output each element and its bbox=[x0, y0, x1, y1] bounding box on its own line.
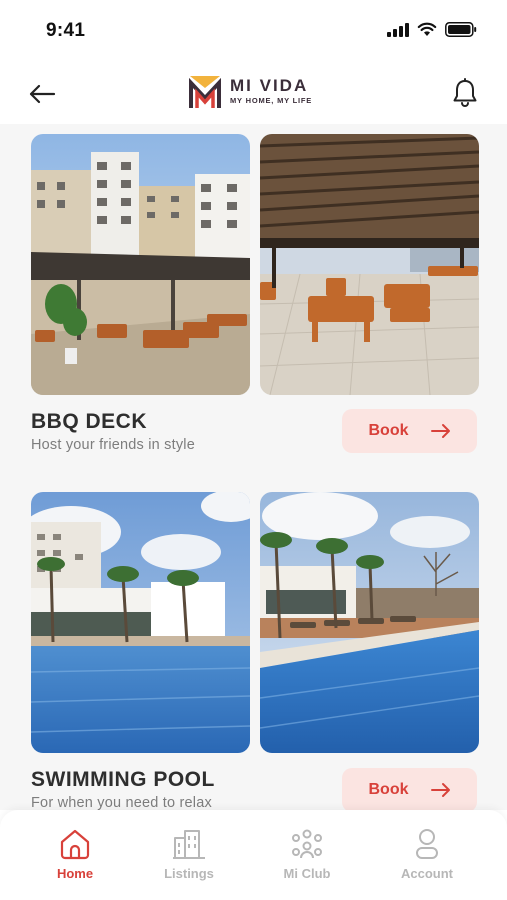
mi-vida-logo: MI VIDA MY HOME, MY LIFE bbox=[188, 74, 312, 110]
app-header: MI VIDA MY HOME, MY LIFE bbox=[0, 66, 507, 124]
back-button[interactable] bbox=[26, 78, 58, 110]
book-button-bbq-deck[interactable]: Book bbox=[342, 409, 477, 453]
book-button-label: Book bbox=[368, 422, 409, 439]
amenity-card-swimming-pool: SWIMMING POOL For when you need to relax… bbox=[0, 482, 507, 810]
bell-icon bbox=[453, 78, 477, 107]
bottom-tab-bar: Home Listings Mi Club Account bbox=[0, 810, 507, 900]
pool-photo-left bbox=[31, 492, 250, 753]
logo-mark-icon bbox=[189, 76, 221, 108]
tab-account[interactable]: Account bbox=[382, 828, 472, 881]
cellular-signal-icon bbox=[387, 22, 409, 37]
tab-label: Account bbox=[401, 866, 453, 881]
book-button-label: Book bbox=[368, 781, 409, 798]
tab-label: Mi Club bbox=[283, 866, 331, 881]
pool-photo-right bbox=[260, 492, 479, 753]
buildings-icon bbox=[173, 830, 205, 859]
amenities-list[interactable]: BBQ DECK Host your friends in style Book bbox=[0, 124, 507, 810]
tab-home[interactable]: Home bbox=[30, 828, 120, 881]
notifications-button[interactable] bbox=[448, 76, 482, 110]
amenity-title: SWIMMING POOL bbox=[31, 768, 215, 791]
arrow-left-icon bbox=[29, 84, 56, 104]
tab-label: Home bbox=[56, 866, 94, 881]
logo-name: MI VIDA bbox=[230, 76, 309, 95]
status-icons bbox=[387, 22, 477, 37]
battery-icon bbox=[445, 22, 477, 37]
status-time: 9:41 bbox=[46, 20, 86, 41]
status-bar: 9:41 bbox=[0, 0, 507, 66]
tab-mi-club[interactable]: Mi Club bbox=[262, 828, 352, 881]
arrow-right-icon bbox=[430, 424, 450, 438]
logo-tagline: MY HOME, MY LIFE bbox=[230, 96, 313, 105]
book-button-swimming-pool[interactable]: Book bbox=[342, 768, 477, 810]
amenity-title: BBQ DECK bbox=[31, 410, 148, 433]
user-icon bbox=[416, 829, 438, 859]
tab-label: Listings bbox=[164, 866, 214, 881]
amenity-subtitle: Host your friends in style bbox=[31, 437, 195, 453]
bbq-deck-photo-building bbox=[31, 134, 250, 395]
amenity-subtitle: For when you need to relax bbox=[31, 795, 212, 810]
home-icon bbox=[60, 829, 90, 860]
community-icon bbox=[292, 829, 322, 859]
arrow-right-icon bbox=[430, 783, 450, 797]
bbq-deck-photo-pergola bbox=[260, 134, 479, 395]
amenity-card-bbq-deck: BBQ DECK Host your friends in style Book bbox=[0, 124, 507, 464]
wifi-icon bbox=[417, 22, 437, 36]
tab-listings[interactable]: Listings bbox=[144, 828, 234, 881]
